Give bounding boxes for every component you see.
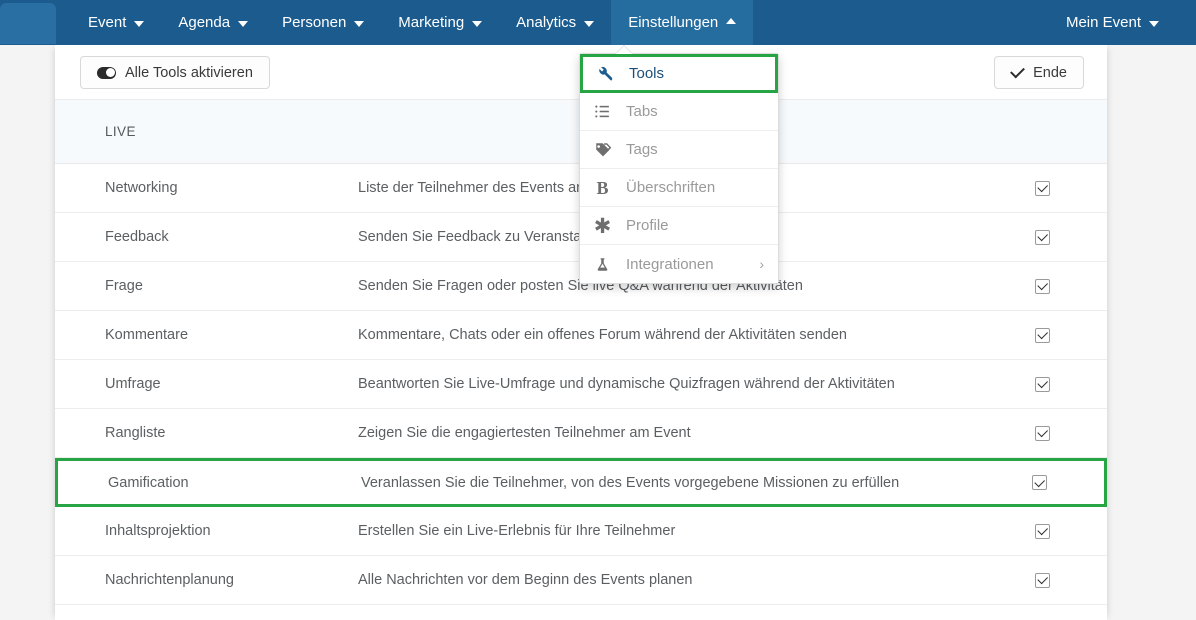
nav-item-analytics[interactable]: Analytics: [499, 0, 611, 45]
menu-item-label: Tools: [629, 65, 665, 82]
tool-enabled-cell: [974, 475, 1104, 490]
group-header-label: LIVE: [105, 124, 136, 139]
nav-item-personen[interactable]: Personen: [265, 0, 381, 45]
app-root: Event Agenda Personen Marketing Analytics Ein…: [0, 0, 1196, 620]
activate-all-tools-label: Alle Tools aktivieren: [125, 64, 253, 81]
nav-menu: Event Agenda Personen Marketing Analytics Ein…: [71, 0, 1049, 45]
nav-item-event[interactable]: Event: [71, 0, 161, 45]
tool-enabled-checkbox[interactable]: [1034, 523, 1050, 539]
tool-description: Veranlassen Sie die Teilnehmer, von des …: [361, 474, 900, 491]
menu-item-label: Tags: [626, 141, 658, 158]
chevron-down-icon: [238, 21, 249, 27]
asterisk-icon: ✱: [593, 215, 612, 238]
tool-name: Feedback: [105, 229, 169, 245]
tool-enabled-cell: [977, 180, 1107, 196]
nav-item-label: Agenda: [178, 14, 231, 31]
tool-description: Erstellen Sie ein Live-Erlebnis für Ihre…: [358, 523, 676, 539]
dropdown-pointer-icon: [616, 46, 632, 54]
tool-enabled-checkbox[interactable]: [1034, 278, 1050, 294]
table-row[interactable]: Rangliste Zeigen Sie die engagiertesten T…: [55, 409, 1107, 458]
wrench-icon: [596, 65, 615, 82]
tool-name: Nachrichtenplanung: [105, 572, 234, 588]
flask-icon: [593, 256, 612, 273]
nav-item-label: Marketing: [398, 14, 465, 31]
tool-enabled-cell: [977, 376, 1107, 392]
tool-name: Rangliste: [105, 425, 166, 441]
menu-item-label: Profile: [626, 217, 669, 234]
menu-item-label: Überschriften: [626, 179, 716, 196]
tool-name: Inhaltsprojektion: [105, 523, 211, 539]
chevron-right-icon: ›: [759, 256, 764, 272]
table-row[interactable]: Kommentare Kommentare, Chats oder ein off…: [55, 311, 1107, 360]
nav-item-label: Event: [88, 14, 127, 31]
menu-item-integrationen[interactable]: Integrationen ›: [580, 245, 778, 283]
tool-description: Kommentare, Chats oder ein offenes Forum…: [358, 327, 847, 343]
tool-enabled-checkbox[interactable]: [1034, 229, 1050, 245]
tool-name: Kommentare: [105, 327, 189, 343]
table-row[interactable]: Umfrage Beantworten Sie Live-Umfrage und …: [55, 360, 1107, 409]
tool-enabled-checkbox[interactable]: [1034, 327, 1050, 343]
tool-enabled-checkbox[interactable]: [1031, 475, 1047, 490]
nav-item-agenda[interactable]: Agenda: [161, 0, 265, 45]
tool-enabled-cell: [977, 425, 1107, 441]
nav-item-mein-event[interactable]: Mein Event: [1049, 14, 1176, 31]
nav-item-label: Analytics: [516, 14, 577, 31]
tool-description: Alle Nachrichten vor dem Beginn des Even…: [358, 572, 693, 588]
tool-enabled-cell: [977, 523, 1107, 539]
list-icon: [593, 103, 612, 120]
menu-item-label: Integrationen: [626, 255, 714, 273]
nav-item-label: Personen: [282, 14, 347, 31]
bold-text-icon: B: [596, 177, 609, 198]
chevron-down-icon: [1149, 21, 1159, 27]
menu-item-tabs[interactable]: Tabs: [580, 93, 778, 131]
menu-item-tags[interactable]: Tags: [580, 131, 778, 169]
tool-description: Zeigen Sie die engagiertesten Teilnehmer…: [358, 425, 691, 441]
tool-enabled-checkbox[interactable]: [1034, 572, 1050, 588]
chevron-down-icon: [584, 21, 595, 27]
chevron-down-icon: [354, 21, 365, 27]
tool-name: Networking: [105, 180, 178, 196]
menu-item--berschriften[interactable]: B Überschriften: [580, 169, 778, 207]
chevron-down-icon: [134, 21, 145, 27]
nav-item-label: Einstellungen: [628, 14, 719, 31]
table-row[interactable]: Inhaltsprojektion Erstellen Sie ein Live-…: [55, 507, 1107, 556]
check-icon: [1010, 63, 1026, 78]
tag-icon: [593, 141, 612, 159]
nav-account-area: Mein Event: [1049, 0, 1196, 45]
tool-enabled-cell: [977, 327, 1107, 343]
nav-item-label: Mein Event: [1065, 14, 1141, 31]
table-row[interactable]: Nachrichtenplanung Alle Nachrichten vor d…: [55, 556, 1107, 605]
tool-enabled-cell: [977, 229, 1107, 245]
tool-enabled-cell: [977, 278, 1107, 294]
app-logo[interactable]: [0, 3, 56, 44]
tool-name: Gamification: [108, 474, 189, 491]
table-row[interactable]: Gamification Veranlassen Sie die Teilnehm…: [55, 458, 1107, 507]
menu-item-tools[interactable]: Tools: [580, 54, 778, 93]
menu-item-profile[interactable]: ✱ Profile: [580, 207, 778, 245]
chevron-up-icon: [726, 18, 737, 24]
top-navigation-bar: Event Agenda Personen Marketing Analytics Ein…: [0, 0, 1196, 45]
tool-enabled-cell: [977, 572, 1107, 588]
end-button[interactable]: Ende: [994, 56, 1084, 89]
tool-name: Umfrage: [105, 376, 161, 392]
nav-item-einstellungen[interactable]: Einstellungen: [611, 0, 754, 45]
tool-enabled-checkbox[interactable]: [1034, 425, 1050, 441]
nav-item-marketing[interactable]: Marketing: [381, 0, 499, 45]
activate-all-tools-button[interactable]: Alle Tools aktivieren: [80, 56, 270, 89]
einstellungen-dropdown-menu: Tools Tabs Tags B Überschriften ✱ Profile Integ…: [579, 46, 779, 284]
tool-name: Frage: [105, 278, 143, 294]
menu-item-label: Tabs: [626, 103, 658, 120]
tool-enabled-checkbox[interactable]: [1034, 180, 1050, 196]
chevron-down-icon: [472, 21, 483, 27]
tool-description: Beantworten Sie Live-Umfrage und dynamis…: [358, 376, 895, 392]
tool-enabled-checkbox[interactable]: [1034, 376, 1050, 392]
toggle-on-icon: [97, 66, 116, 79]
end-button-label: Ende: [1033, 64, 1067, 81]
